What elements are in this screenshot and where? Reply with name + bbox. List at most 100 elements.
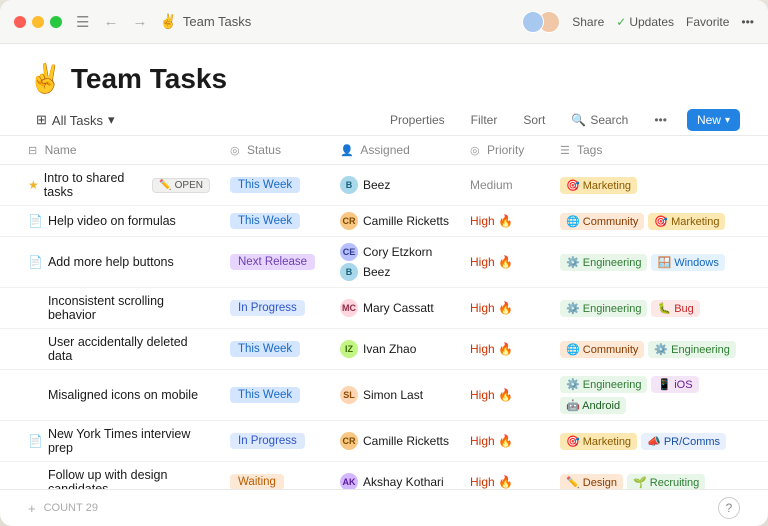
status-badge[interactable]: In Progress [230,433,305,449]
assigned-name: Mary Cassatt [363,301,434,315]
search-button[interactable]: 🔍 Search [565,110,634,130]
table-row[interactable]: 📄 Misaligned icons on mobile This Week S… [0,370,768,421]
close-button[interactable] [14,16,26,28]
task-name-cell: 📄 User accidentally deleted data [28,335,210,363]
avatar-2: B [340,263,358,281]
task-assigned: SL Simon Last [330,370,460,421]
table-row[interactable]: ★ Intro to shared tasks ✏️ OPEN This Wee… [0,165,768,206]
title-emoji: ✌️ [159,13,176,30]
task-name-cell: 📄 New York Times interview prep [28,427,210,455]
task-name-cell: 📄 Misaligned icons on mobile [28,388,210,402]
task-status: This Week [220,370,330,421]
table-row[interactable]: 📄 Add more help buttons Next Release CE … [0,237,768,288]
doc-icon: 📄 [28,214,43,228]
tag-pill[interactable]: 🌐 Community [560,341,644,358]
new-button[interactable]: New ▾ [687,109,740,131]
task-name-text: Misaligned icons on mobile [48,388,198,402]
more-button[interactable]: ••• [741,15,754,29]
avatar: AK [340,473,358,489]
star-icon: ★ [28,178,39,192]
maximize-button[interactable] [50,16,62,28]
tag-pill[interactable]: ✏️ Design [560,474,623,490]
table-row[interactable]: 📄 User accidentally deleted data This We… [0,329,768,370]
table-row[interactable]: 📄 Inconsistent scrolling behavior In Pro… [0,288,768,329]
footer-add-icon[interactable]: + [28,501,36,516]
tag-pill[interactable]: 🐛 Bug [651,300,699,317]
tag-pill[interactable]: 🤖 Android [560,397,626,414]
assigned-name-2: Beez [363,265,390,279]
favorite-button[interactable]: Favorite [686,15,729,29]
priority-badge: High 🔥 [470,342,513,356]
task-status: Waiting [220,462,330,490]
status-badge[interactable]: Waiting [230,474,284,489]
tags-cell: ⚙️ Engineering📱 iOS 🤖 Android [560,376,758,414]
new-label: New [697,113,721,127]
menu-icon[interactable]: ☰ [76,13,89,31]
tag-pill[interactable]: ⚙️ Engineering [560,376,647,393]
priority-badge: High 🔥 [470,475,513,489]
tag-pill[interactable]: 🎯 Marketing [648,213,725,230]
back-button[interactable]: ← [99,11,122,32]
tag-pill[interactable]: ⚙️ Engineering [648,341,735,358]
avatar: CE [340,243,358,261]
help-button[interactable]: ? [718,497,740,519]
forward-button[interactable]: → [128,11,151,32]
task-tags: ⚙️ Engineering🪟 Windows [550,237,768,288]
assigned-cell: CR Camille Ricketts [340,212,450,230]
check-icon: ✓ [616,15,626,29]
titlebar: ☰ ← → ✌️ Team Tasks Share ✓ Updates Favo… [0,0,768,44]
table-row[interactable]: 📄 Follow up with design candidates Waiti… [0,462,768,490]
table-row[interactable]: 📄 Help video on formulas This Week CR Ca… [0,206,768,237]
status-badge[interactable]: This Week [230,213,300,229]
task-priority: High 🔥 [460,370,550,421]
properties-button[interactable]: Properties [384,110,451,130]
page-title: ✌️ Team Tasks [28,62,740,95]
page-content: ✌️ Team Tasks ⊞ All Tasks ▾ Properties F… [0,44,768,526]
task-name-cell: 📄 Follow up with design candidates [28,468,210,489]
status-badge[interactable]: This Week [230,341,300,357]
name-col-icon: ⊟ [28,145,37,157]
doc-icon: 📄 [28,434,43,448]
sort-button[interactable]: Sort [517,110,551,130]
task-priority: High 🔥 [460,462,550,490]
priority-badge: High 🔥 [470,301,513,315]
view-selector[interactable]: ⊞ All Tasks ▾ [28,109,123,131]
minimize-button[interactable] [32,16,44,28]
task-status: This Week [220,165,330,206]
window-title: ✌️ Team Tasks [159,13,522,30]
tag-pill[interactable]: 🪟 Windows [651,254,724,271]
task-name-text: Add more help buttons [48,255,174,269]
assigned-cell-2: B Beez [340,263,450,281]
page-title-text: Team Tasks [71,63,227,95]
tag-pill[interactable]: 🎯 Marketing [560,177,637,194]
task-status: This Week [220,206,330,237]
status-badge[interactable]: In Progress [230,300,305,316]
tag-pill[interactable]: 🌱 Recruiting [627,474,705,490]
table-row[interactable]: 📄 New York Times interview prep In Progr… [0,421,768,462]
app-window: ☰ ← → ✌️ Team Tasks Share ✓ Updates Favo… [0,0,768,526]
task-table-wrap[interactable]: ⊟ Name ◎ Status 👤 Assigned ◎ [0,136,768,489]
toolbar-right: Properties Filter Sort 🔍 Search ••• New … [384,109,740,131]
share-button[interactable]: Share [572,15,604,29]
task-tags: 🎯 Marketing [550,165,768,206]
tag-pill[interactable]: 📱 iOS [651,376,698,393]
more-options-button[interactable]: ••• [648,110,673,130]
tag-pill[interactable]: ⚙️ Engineering [560,254,647,271]
search-label: Search [590,113,628,127]
updates-button[interactable]: ✓ Updates [616,15,674,29]
page-header: ✌️ Team Tasks [0,44,768,103]
task-name-text: Intro to shared tasks [44,171,145,199]
tag-pill[interactable]: 📣 PR/Comms [641,433,726,450]
doc-icon: 📄 [28,255,43,269]
tag-pill[interactable]: 🎯 Marketing [560,433,637,450]
status-badge[interactable]: This Week [230,387,300,403]
status-badge[interactable]: Next Release [230,254,315,270]
task-priority: High 🔥 [460,206,550,237]
col-header-tags: ☰ Tags [550,136,768,165]
filter-button[interactable]: Filter [465,110,504,130]
status-badge[interactable]: This Week [230,177,300,193]
priority-badge: High 🔥 [470,214,513,228]
tag-pill[interactable]: 🌐 Community [560,213,644,230]
assigned-cell: SL Simon Last [340,386,450,404]
tag-pill[interactable]: ⚙️ Engineering [560,300,647,317]
